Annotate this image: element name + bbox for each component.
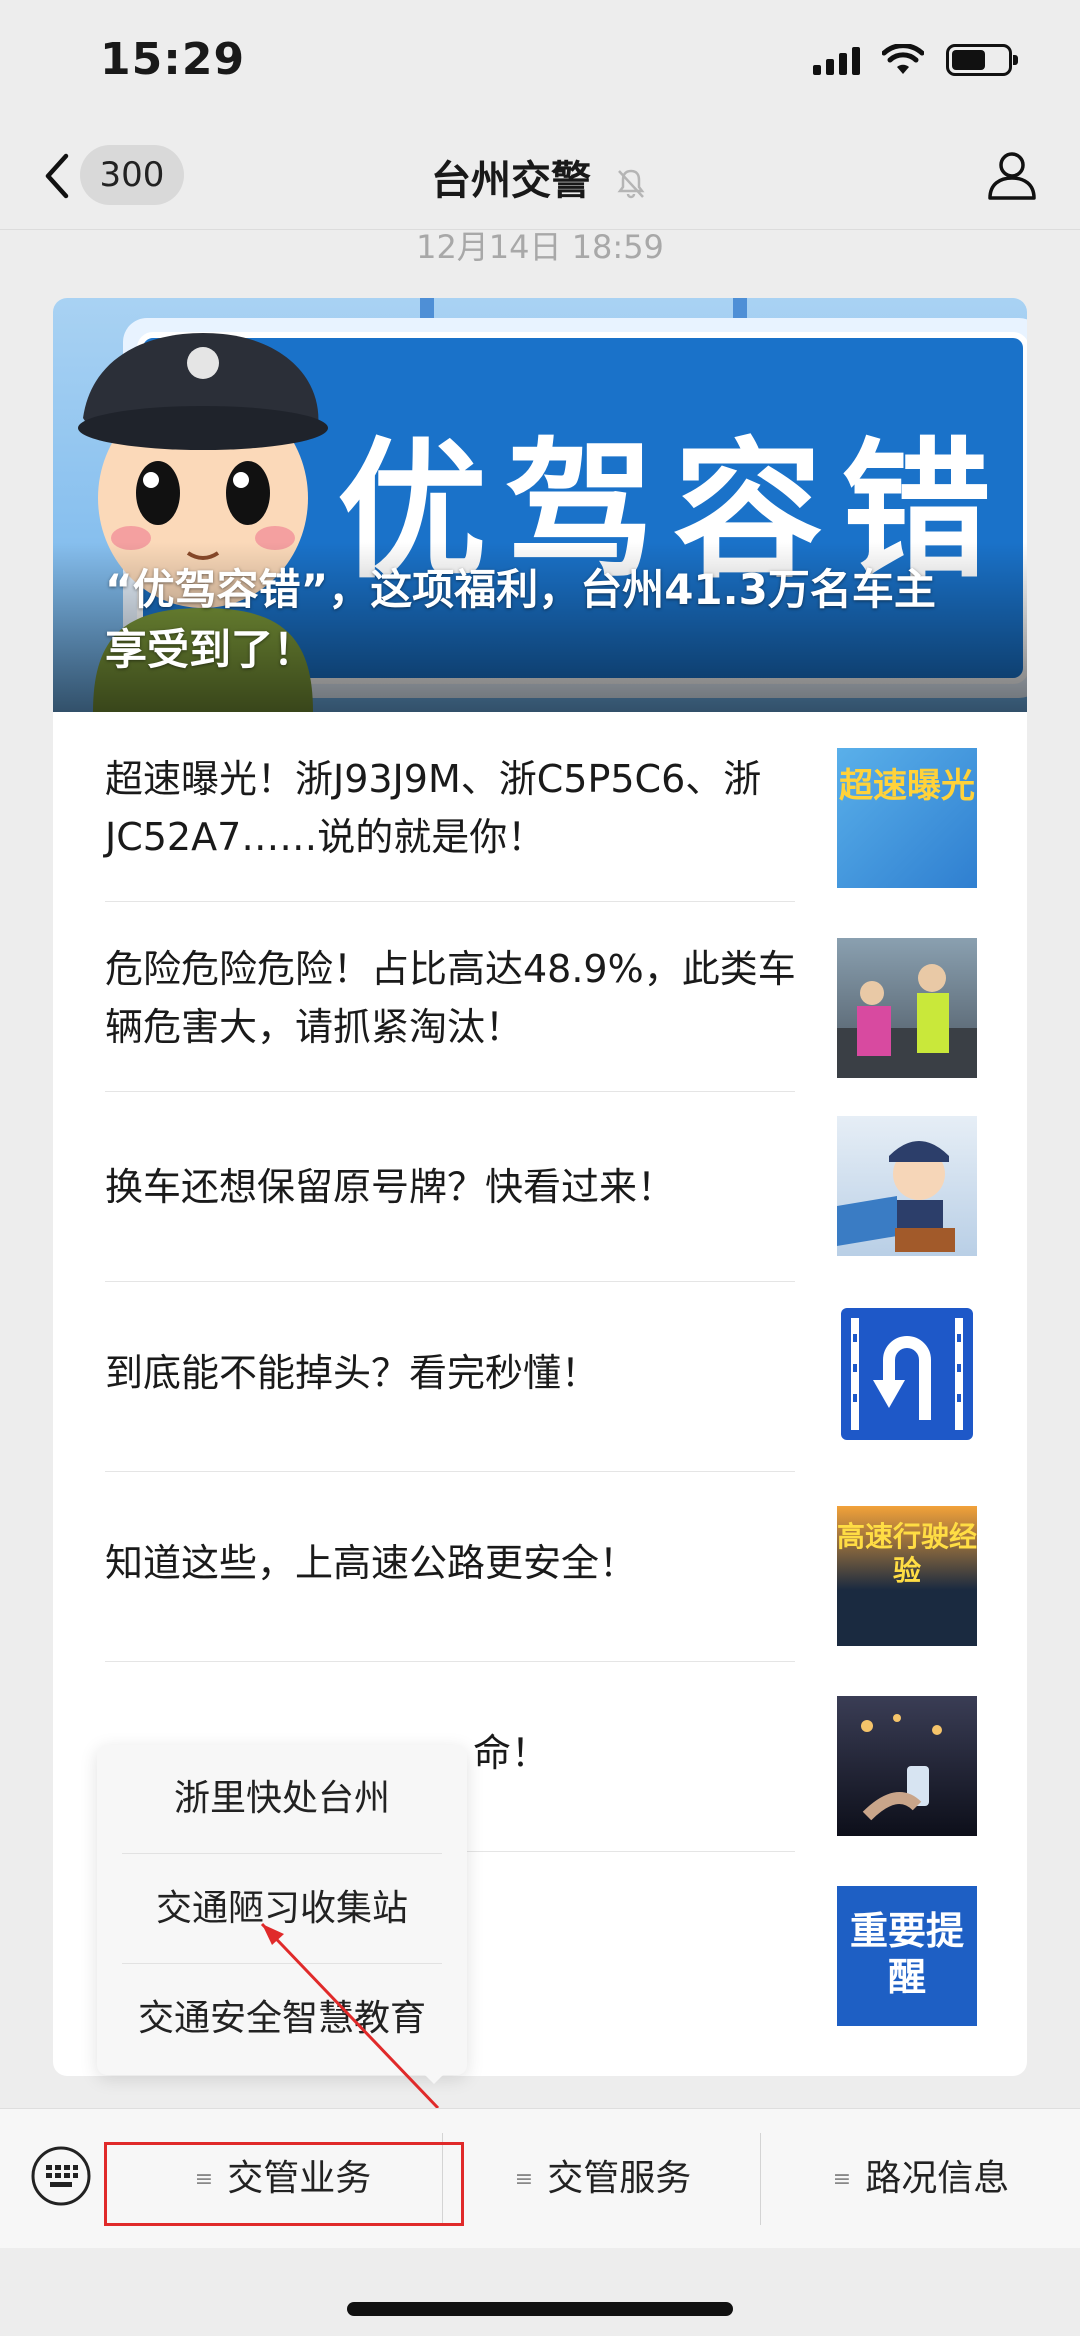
cover-title: “优驾容错”，这项福利，台州41.3万名车主享受到了！ bbox=[105, 565, 936, 674]
popup-arrow bbox=[420, 2070, 448, 2084]
status-icons bbox=[813, 44, 1018, 76]
u-turn-sign-icon bbox=[841, 1308, 973, 1440]
person-icon[interactable] bbox=[984, 146, 1040, 202]
article-thumbnail bbox=[837, 1304, 977, 1444]
article-title: 危险危险危险！占比高达48.9%，此类车辆危害大，请抓紧淘汰！ bbox=[105, 947, 796, 1049]
chat-title: 台州交警 bbox=[0, 148, 1080, 206]
keyboard-icon[interactable] bbox=[30, 2145, 92, 2207]
menu-lines-icon: ≡ bbox=[514, 2167, 534, 2192]
article-item[interactable]: 超速曝光！浙J93J9M、浙C5P5C6、浙JC52A7……说的就是你！ 超速曝… bbox=[53, 712, 1027, 902]
menu-tab-label: 交管服务 bbox=[547, 2158, 692, 2199]
status-time: 15:29 bbox=[100, 34, 246, 85]
bell-muted-icon bbox=[617, 169, 645, 199]
article-thumbnail bbox=[837, 1116, 977, 1256]
night-driving-photo bbox=[861, 1714, 942, 1821]
status-bar: 15:29 bbox=[0, 0, 1080, 120]
article-thumbnail: 重要提醒 bbox=[837, 1886, 977, 2026]
menu-tab-road-info[interactable]: ≡ 路况信息 bbox=[766, 2139, 1076, 2219]
message-timestamp: 12月14日 18:59 bbox=[416, 228, 664, 266]
police-mascot-image bbox=[837, 1141, 955, 1252]
submenu-item[interactable]: 交通陋习收集站 bbox=[97, 1855, 467, 1963]
menu-tab-label: 路况信息 bbox=[865, 2158, 1010, 2199]
thumbnail-text: 高速行驶经验 bbox=[837, 1520, 977, 1587]
traffic-police-photo bbox=[837, 964, 977, 1078]
signal-icon bbox=[813, 45, 860, 75]
article-title: 命！ bbox=[473, 1731, 550, 1775]
nav-bar: 300 台州交警 bbox=[0, 120, 1080, 230]
highlight-box bbox=[104, 2142, 464, 2226]
article-title: 到底能不能掉头？看完秒懂！ bbox=[105, 1351, 600, 1395]
article-title: 知道这些，上高速公路更安全！ bbox=[105, 1541, 638, 1585]
submenu-popup: 浙里快处台州 交通陋习收集站 交通安全智慧教育 bbox=[97, 1745, 467, 2075]
article-thumbnail bbox=[837, 1696, 977, 1836]
divider bbox=[122, 1853, 442, 1854]
menu-tab-traffic-service[interactable]: ≡ 交管服务 bbox=[448, 2139, 758, 2219]
thumbnail-text: 超速曝光 bbox=[839, 766, 975, 806]
article-item[interactable]: 知道这些，上高速公路更安全！ 高速行驶经验 bbox=[53, 1472, 1027, 1662]
article-thumbnail bbox=[837, 938, 977, 1078]
article-title: 超速曝光！浙J93J9M、浙C5P5C6、浙JC52A7……说的就是你！ bbox=[105, 757, 762, 859]
article-item[interactable]: 到底能不能掉头？看完秒懂！ bbox=[53, 1282, 1027, 1472]
menu-lines-icon: ≡ bbox=[832, 2167, 852, 2192]
submenu-item[interactable]: 交通安全智慧教育 bbox=[97, 1965, 467, 2073]
wifi-icon bbox=[882, 44, 924, 74]
article-item[interactable]: 危险危险危险！占比高达48.9%，此类车辆危害大，请抓紧淘汰！ bbox=[53, 902, 1027, 1092]
battery-icon bbox=[946, 44, 1018, 76]
submenu-item[interactable]: 浙里快处台州 bbox=[97, 1745, 467, 1853]
cover-article[interactable]: 优驾容错 “优驾容错”，这项福利，台州41.3万名车主享受到了！ bbox=[53, 298, 1027, 712]
article-thumbnail: 超速曝光 bbox=[837, 748, 977, 888]
article-thumbnail: 高速行驶经验 bbox=[837, 1506, 977, 1646]
article-title: 换车还想保留原号牌？快看过来！ bbox=[105, 1165, 676, 1209]
chat-title-text: 台州交警 bbox=[431, 158, 592, 204]
thumbnail-text: 重要提醒 bbox=[849, 1909, 964, 1999]
article-item[interactable]: 换车还想保留原号牌？快看过来！ bbox=[53, 1092, 1027, 1282]
home-indicator[interactable] bbox=[347, 2302, 733, 2316]
divider bbox=[122, 1963, 442, 1964]
divider bbox=[760, 2133, 761, 2225]
